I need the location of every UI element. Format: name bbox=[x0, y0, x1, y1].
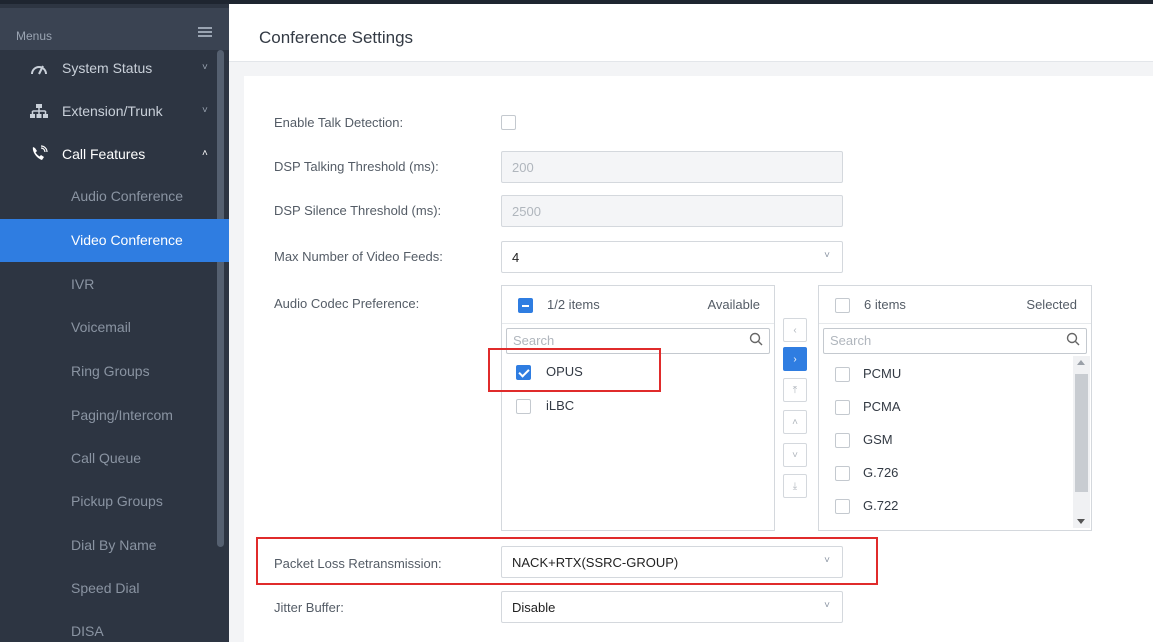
scrollbar-thumb[interactable] bbox=[1075, 374, 1088, 492]
selected-count: 6 items bbox=[864, 297, 906, 312]
sidebar-item-video-conference[interactable]: Video Conference bbox=[0, 219, 229, 262]
sidebar-item-ring-groups[interactable]: Ring Groups bbox=[0, 350, 229, 393]
packet-loss-highlight-box bbox=[256, 537, 878, 585]
sidebar-item-system-status[interactable]: System Status ˅ bbox=[0, 46, 216, 89]
list-item-gsm[interactable]: GSM bbox=[819, 424, 1073, 457]
enable-talk-detection-label: Enable Talk Detection: bbox=[274, 115, 404, 130]
sidebar-item-paging-intercom[interactable]: Paging/Intercom bbox=[0, 394, 229, 437]
move-top-button[interactable]: ⤒ bbox=[783, 378, 807, 402]
phone-icon bbox=[30, 144, 48, 162]
selected-title: Selected bbox=[1026, 297, 1077, 312]
available-select-all-checkbox[interactable] bbox=[518, 298, 533, 313]
ilbc-checkbox[interactable] bbox=[516, 399, 531, 414]
list-item-pcma[interactable]: PCMA bbox=[819, 391, 1073, 424]
sidebar-item-call-features[interactable]: Call Features ˄ bbox=[0, 132, 216, 175]
dsp-silence-threshold-label: DSP Silence Threshold (ms): bbox=[274, 203, 442, 218]
sidebar-item-audio-conference[interactable]: Audio Conference bbox=[0, 175, 229, 218]
move-up-button[interactable]: ˄ bbox=[783, 410, 807, 434]
chevron-down-icon: ˅ bbox=[824, 250, 830, 261]
max-video-feeds-label: Max Number of Video Feeds: bbox=[274, 249, 443, 264]
page-title: Conference Settings bbox=[259, 28, 414, 47]
scroll-down-icon[interactable] bbox=[1077, 519, 1085, 524]
dsp-talking-threshold-label: DSP Talking Threshold (ms): bbox=[274, 159, 439, 174]
selected-codec-list: 6 items Selected Search PCMU PCMA GSM G.… bbox=[818, 285, 1092, 531]
selected-select-all-checkbox[interactable] bbox=[835, 298, 850, 313]
opus-highlight-box bbox=[488, 348, 661, 392]
move-down-button[interactable]: ˅ bbox=[783, 443, 807, 467]
audio-codec-label: Audio Codec Preference: bbox=[274, 296, 420, 311]
pcma-checkbox[interactable] bbox=[835, 400, 850, 415]
select-value: 4 bbox=[512, 249, 520, 265]
move-left-button[interactable]: ‹ bbox=[783, 318, 807, 342]
gsm-checkbox[interactable] bbox=[835, 433, 850, 448]
selected-list-header: 6 items Selected bbox=[819, 286, 1091, 324]
sidebar-item-voicemail[interactable]: Voicemail bbox=[0, 306, 229, 349]
select-value: Disable bbox=[512, 599, 556, 615]
menu-collapse-icon[interactable] bbox=[198, 27, 212, 39]
dsp-silence-threshold-input[interactable]: 2500 bbox=[501, 195, 843, 227]
sidebar-item-dial-by-name[interactable]: Dial By Name bbox=[0, 524, 229, 567]
sidebar-item-label: Extension/Trunk bbox=[62, 102, 163, 119]
move-bottom-button[interactable]: ⤓ bbox=[783, 474, 807, 498]
move-right-button[interactable]: › bbox=[783, 347, 807, 371]
sidebar-item-label: System Status bbox=[62, 59, 153, 76]
sidebar-item-ivr[interactable]: IVR bbox=[0, 263, 229, 306]
enable-talk-detection-checkbox[interactable] bbox=[501, 115, 516, 130]
dsp-talking-threshold-input[interactable]: 200 bbox=[501, 151, 843, 183]
list-item-g726[interactable]: G.726 bbox=[819, 457, 1073, 490]
search-icon bbox=[749, 332, 763, 346]
sidebar-item-pickup-groups[interactable]: Pickup Groups bbox=[0, 480, 229, 523]
max-video-feeds-select[interactable]: 4 ˅ bbox=[501, 241, 843, 273]
jitter-buffer-label: Jitter Buffer: bbox=[274, 600, 344, 615]
available-title: Available bbox=[707, 297, 760, 312]
list-item-pcmu[interactable]: PCMU bbox=[819, 358, 1073, 391]
sidebar-item-label: Call Features bbox=[62, 145, 146, 162]
list-item-ilbc[interactable]: iLBC bbox=[502, 390, 774, 423]
chevron-down-icon: ˅ bbox=[202, 105, 208, 116]
gauge-icon bbox=[30, 60, 48, 76]
chevron-down-icon: ˅ bbox=[202, 62, 208, 73]
sidebar-item-disa[interactable]: DISA bbox=[0, 610, 229, 642]
search-icon bbox=[1066, 332, 1080, 346]
available-list-header: 1/2 items Available bbox=[502, 286, 774, 324]
g722-checkbox[interactable] bbox=[835, 499, 850, 514]
scroll-up-icon[interactable] bbox=[1077, 360, 1085, 365]
pcmu-checkbox[interactable] bbox=[835, 367, 850, 382]
jitter-buffer-select[interactable]: Disable ˅ bbox=[501, 591, 843, 623]
sidebar-item-call-queue[interactable]: Call Queue bbox=[0, 437, 229, 480]
page-header: Conference Settings bbox=[229, 0, 1153, 62]
menus-label: Menus bbox=[16, 29, 53, 43]
available-count: 1/2 items bbox=[547, 297, 600, 312]
selected-list-scrollbar[interactable] bbox=[1073, 356, 1090, 528]
sidebar-item-extension-trunk[interactable]: Extension/Trunk ˅ bbox=[0, 89, 216, 132]
network-icon bbox=[30, 103, 48, 119]
list-item-g722[interactable]: G.722 bbox=[819, 490, 1073, 523]
available-codec-list: 1/2 items Available Search OPUS iLBC bbox=[501, 285, 775, 531]
g726-checkbox[interactable] bbox=[835, 466, 850, 481]
selected-search-input[interactable]: Search bbox=[823, 328, 1087, 354]
sidebar-item-speed-dial[interactable]: Speed Dial bbox=[0, 567, 229, 610]
menus-bar: Menus bbox=[0, 8, 229, 50]
chevron-down-icon: ˅ bbox=[824, 600, 830, 611]
chevron-up-icon: ˄ bbox=[202, 148, 208, 159]
